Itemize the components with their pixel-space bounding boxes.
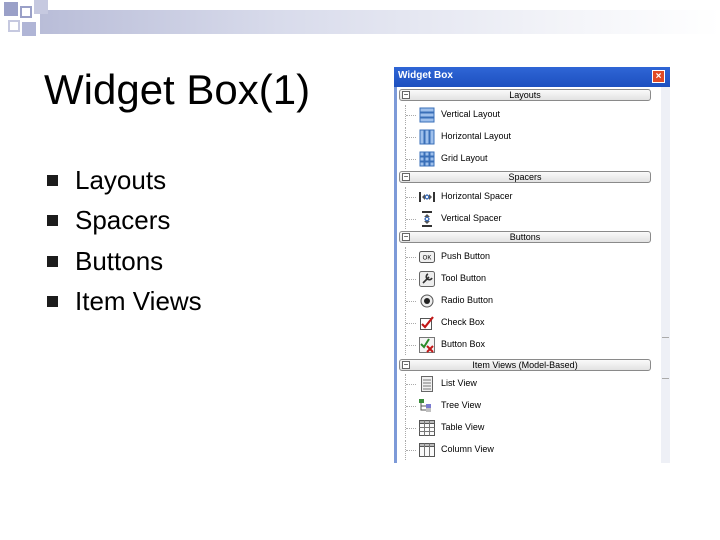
deco-square: [4, 2, 18, 16]
bullet-text: Buttons: [75, 245, 164, 276]
tree-connector: [405, 440, 417, 460]
category-header-spacers[interactable]: − Spacers: [399, 171, 651, 183]
widget-label: Tool Button: [441, 273, 487, 283]
widget-label: Grid Layout: [441, 153, 488, 163]
close-button[interactable]: ×: [652, 70, 665, 83]
widget-label: Check Box: [441, 317, 485, 327]
deco-square: [20, 6, 32, 18]
bullet-text: Layouts: [75, 164, 167, 195]
deco-square: [34, 0, 48, 14]
widget-label: Horizontal Spacer: [441, 191, 513, 201]
widget-item-tool-button[interactable]: Tool Button: [405, 269, 645, 289]
horizontal-spacer-icon: [419, 189, 435, 205]
button-box-icon: [419, 337, 435, 353]
tree-view-icon: [419, 398, 435, 414]
widget-item-grid-layout[interactable]: Grid Layout: [405, 149, 645, 169]
table-view-icon: [419, 420, 435, 436]
scrollbar-grip[interactable]: [662, 337, 669, 379]
widget-item-check-box[interactable]: Check Box: [405, 313, 645, 333]
widget-item-tree-view[interactable]: Tree View: [405, 396, 645, 416]
tree-connector: [405, 105, 417, 125]
tool-button-icon: [419, 271, 435, 287]
tree-connector: [405, 247, 417, 267]
push-button-icon: OK: [419, 249, 435, 265]
widget-label: Column View: [441, 444, 494, 454]
slide-title: Widget Box(1): [44, 66, 311, 113]
bullet-text: Item Views: [75, 286, 202, 317]
horizontal-layout-icon: [419, 129, 435, 145]
widget-item-push-button[interactable]: OK Push Button: [405, 247, 645, 267]
tree-connector: [405, 418, 417, 438]
vertical-spacer-icon: [419, 211, 435, 227]
widget-item-list-view[interactable]: List View: [405, 374, 645, 394]
header-gradient-band: [40, 10, 720, 34]
bullet-item: Buttons: [44, 241, 202, 282]
tree-connector: [405, 335, 417, 355]
bullet-item: Layouts: [44, 160, 202, 201]
bullet-square-icon: [47, 174, 58, 186]
category-header-item-views[interactable]: − Item Views (Model-Based): [399, 359, 651, 371]
bullet-square-icon: [47, 255, 58, 267]
widget-label: Horizontal Layout: [441, 131, 512, 141]
bullet-square-icon: [47, 296, 58, 308]
tree-connector: [405, 374, 417, 394]
push-button-icon-text: OK: [423, 256, 432, 262]
bullet-square-icon: [47, 215, 58, 227]
widget-label: Vertical Layout: [441, 109, 501, 119]
category-label: Item Views (Model-Based): [472, 360, 578, 370]
category-label: Buttons: [509, 232, 541, 242]
widget-item-vertical-layout[interactable]: Vertical Layout: [405, 105, 645, 125]
widget-item-column-view[interactable]: Column View: [405, 440, 645, 460]
column-view-icon: [419, 442, 435, 458]
widget-item-button-box[interactable]: Button Box: [405, 335, 645, 355]
widget-list: − Layouts Vertical Layout Horizontal Lay…: [397, 87, 661, 463]
list-view-icon: [419, 376, 435, 392]
category-header-layouts[interactable]: − Layouts: [399, 89, 651, 101]
tree-connector: [405, 291, 417, 311]
category-header-buttons[interactable]: − Buttons: [399, 231, 651, 243]
vertical-scrollbar[interactable]: [661, 87, 670, 463]
tree-connector: [405, 209, 417, 229]
radio-button-icon: [419, 293, 435, 309]
widget-item-vertical-spacer[interactable]: Vertical Spacer: [405, 209, 645, 229]
bullet-list: Layouts Spacers Buttons Item Views: [44, 160, 202, 322]
tree-connector: [405, 396, 417, 416]
tree-connector: [405, 187, 417, 207]
slide-header-decoration: [0, 0, 720, 40]
category-label: Layouts: [509, 90, 541, 100]
widget-label: Radio Button: [441, 295, 494, 305]
widget-item-horizontal-layout[interactable]: Horizontal Layout: [405, 127, 645, 147]
widget-label: Table View: [441, 422, 485, 432]
widget-item-table-view[interactable]: Table View: [405, 418, 645, 438]
widget-item-horizontal-spacer[interactable]: Horizontal Spacer: [405, 187, 645, 207]
tree-connector: [405, 149, 417, 169]
widget-label: List View: [441, 378, 477, 388]
grid-layout-icon: [419, 151, 435, 167]
bullet-item: Spacers: [44, 201, 202, 242]
tree-connector: [405, 313, 417, 333]
tree-connector: [405, 127, 417, 147]
widget-box-title: Widget Box: [398, 70, 453, 81]
widget-box-title-bar[interactable]: Widget Box ×: [394, 67, 670, 87]
bullet-text: Spacers: [75, 205, 171, 236]
vertical-layout-icon: [419, 107, 435, 123]
check-box-icon: [419, 315, 435, 331]
widget-label: Button Box: [441, 339, 486, 349]
deco-square: [22, 22, 36, 36]
tree-connector: [405, 269, 417, 289]
deco-square: [8, 20, 20, 32]
widget-label: Tree View: [441, 400, 482, 410]
bullet-item: Item Views: [44, 282, 202, 323]
widget-box-window: Widget Box × − Layouts Vertical Layout H…: [394, 67, 670, 463]
widget-label: Push Button: [441, 251, 491, 261]
category-label: Spacers: [508, 172, 542, 182]
widget-label: Vertical Spacer: [441, 213, 502, 223]
widget-item-radio-button[interactable]: Radio Button: [405, 291, 645, 311]
